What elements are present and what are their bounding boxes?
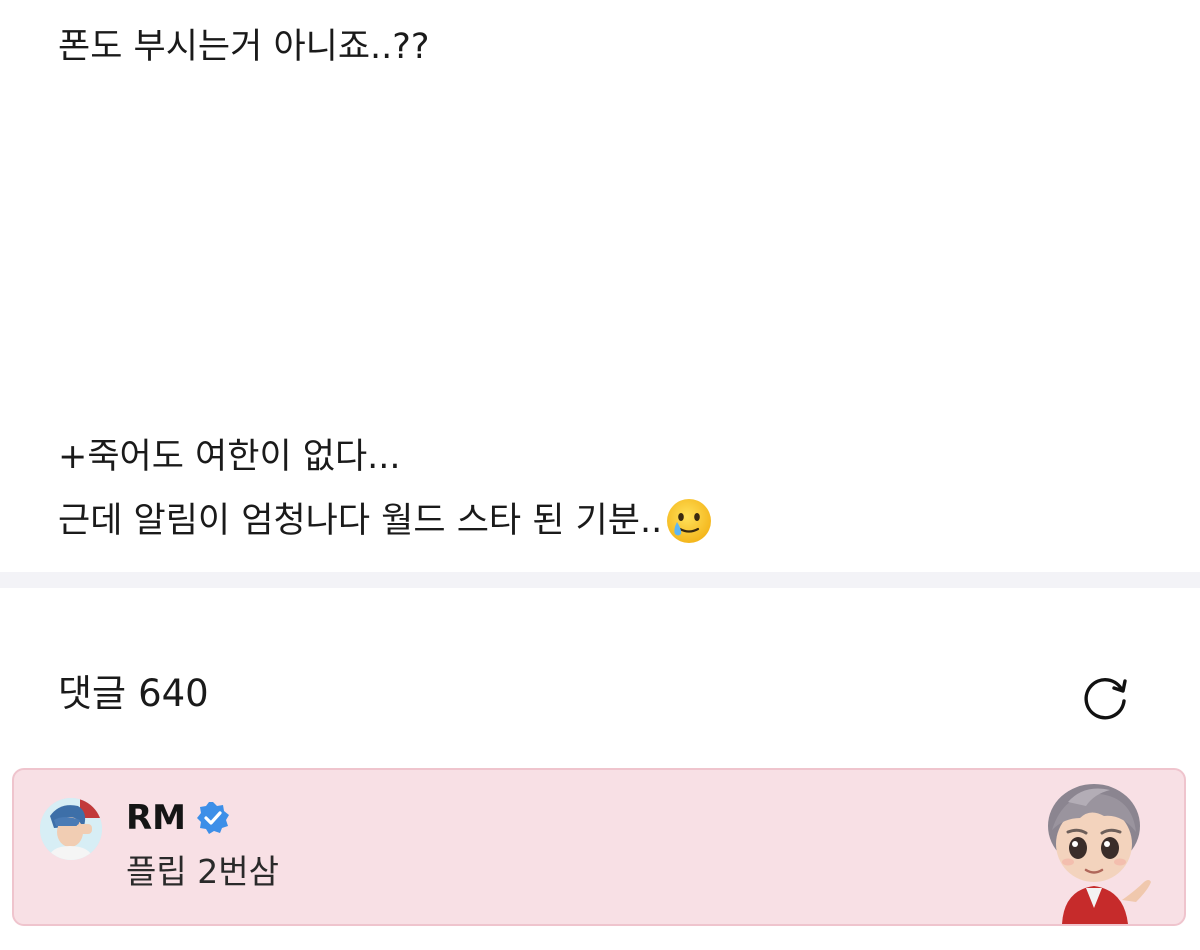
comment-author-name[interactable]: RM bbox=[126, 798, 186, 838]
post-text-line-1: 폰도 부시는거 아니죠..?? bbox=[58, 27, 430, 67]
face-holding-back-tears-icon bbox=[664, 496, 714, 546]
comment-text: 플립 2번삼 bbox=[126, 852, 279, 891]
character-sticker-icon bbox=[1024, 778, 1164, 924]
comments-title: 댓글 640 bbox=[58, 672, 209, 716]
comments-label: 댓글 bbox=[58, 672, 127, 715]
comment-author-row: RM bbox=[126, 798, 230, 838]
post-body: 폰도 부시는거 아니죠..?? +죽어도 여한이 없다... 근데 알림이 엄청… bbox=[0, 0, 1200, 572]
comments-count: 640 bbox=[138, 672, 209, 715]
comments-header: 댓글 640 bbox=[0, 588, 1200, 768]
verified-badge-icon bbox=[196, 801, 230, 835]
post-text-line-3: 근데 알림이 엄청나다 월드 스타 된 기분.. bbox=[58, 496, 714, 546]
refresh-icon[interactable] bbox=[1078, 670, 1132, 724]
comment-card[interactable]: RM 플립 2번삼 bbox=[12, 768, 1186, 926]
post-text-line-2: +죽어도 여한이 없다... bbox=[58, 437, 401, 477]
section-divider bbox=[0, 572, 1200, 588]
avatar[interactable] bbox=[40, 798, 102, 860]
post-text-line-3-text: 근데 알림이 엄청나다 월드 스타 된 기분.. bbox=[58, 501, 663, 541]
